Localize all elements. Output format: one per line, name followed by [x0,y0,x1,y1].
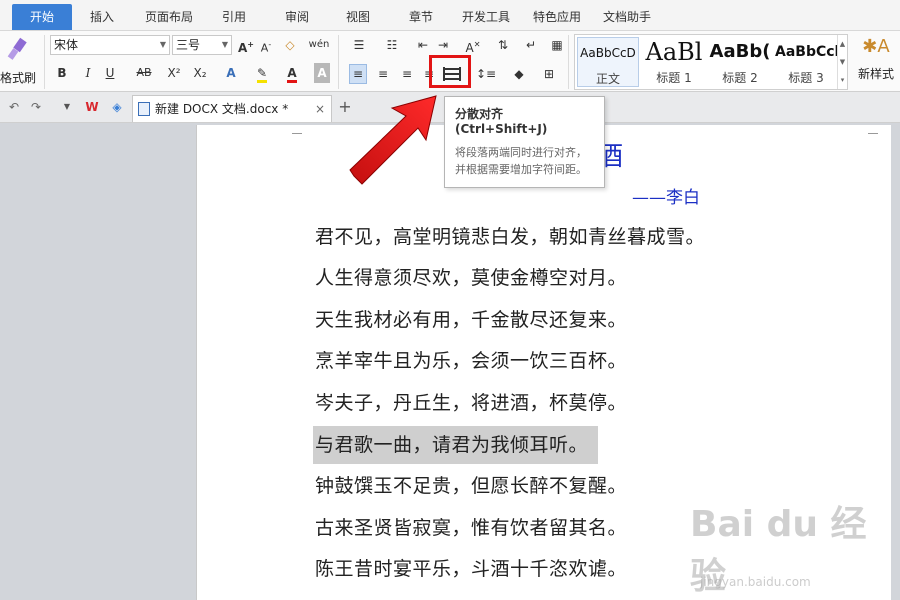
table-grid-icon[interactable]: ▦ [548,35,566,55]
chevron-down-icon: ▼ [221,40,228,49]
tab-references[interactable]: 引用 [222,8,246,25]
tab-home[interactable]: 开始 [12,4,72,30]
tab-insert[interactable]: 插入 [90,8,114,25]
font-name-select[interactable]: 宋体 ▼ [50,35,170,55]
poem-line[interactable]: 君不见，高堂明镜悲白发，朝如青丝暮成雪。 [315,219,705,255]
chinese-layout-icon[interactable]: A✕ [460,35,486,55]
poem-line[interactable]: 古来圣贤皆寂寞，惟有饮者留其名。 [315,510,627,546]
bold-button[interactable]: B [54,63,70,83]
style-name: 标题 3 [788,71,824,85]
styles-scroll[interactable]: ▲ ▼ ▾ [837,35,847,89]
subscript-button[interactable]: X₂ [190,63,210,83]
document-file-icon [138,102,150,116]
wps-logo-icon[interactable]: W [82,97,102,117]
style-sample: AaBbCcl [775,44,837,60]
new-style-icon: ✱A [862,36,890,57]
poem-line[interactable]: 钟鼓馔玉不足贵，但愿长醉不复醒。 [315,468,627,504]
align-right-button[interactable]: ≡ [398,64,416,84]
borders-icon[interactable]: ⊞ [538,64,560,84]
style-heading-1[interactable]: AaBl 标题 1 [643,37,705,87]
style-sample: AaBl [645,38,703,66]
shrink-font-button[interactable]: A- [256,35,276,55]
tab-page-layout[interactable]: 页面布局 [145,8,193,25]
poem-line-selected[interactable]: 与君歌一曲，请君为我倾耳听。 [313,426,599,464]
tab-doc-assistant[interactable]: 文档助手 [603,8,651,25]
highlight-frame [429,55,471,88]
superscript-button[interactable]: X² [164,63,184,83]
style-name: 正文 [595,72,620,86]
font-name-value: 宋体 [54,38,79,52]
style-sample: AaBbCcD [580,46,636,60]
font-color-icon[interactable]: A [282,63,302,83]
phonetic-guide-icon[interactable]: wén [306,35,332,55]
page-corner-mark [292,126,302,134]
tab-developer[interactable]: 开发工具 [462,8,510,25]
format-painter-label: 格式刷 [0,71,37,85]
clear-format-icon[interactable]: ◇ [280,35,300,55]
style-heading-2[interactable]: AaBb( 标题 2 [709,37,771,87]
chevron-down-icon: ▼ [159,40,166,49]
poem-line[interactable]: 天生我材必有用，千金散尽还复来。 [315,302,627,338]
page-corner-mark [868,126,878,134]
styles-gallery: AaBbCcD 正文 AaBl 标题 1 AaBb( 标题 2 AaBbCcl … [574,34,848,90]
style-name: 标题 1 [656,71,692,85]
tooltip-body: 将段落两端同时进行对齐，并根据需要增加字符间距。 [455,146,587,176]
grow-font-button[interactable]: A+ [236,35,256,55]
line-spacing-icon[interactable]: ↕≡ [474,64,498,84]
document-tab-title: 新建 DOCX 文档.docx * [155,102,289,116]
font-size-value: 三号 [176,38,201,52]
style-heading-3[interactable]: AaBbCcl 标题 3 [775,37,837,87]
tab-review[interactable]: 审阅 [285,8,309,25]
close-tab-icon[interactable]: × [315,96,325,122]
tooltip-title: 分散对齐 (Ctrl+Shift+J) [455,107,548,136]
new-style-label: 新样式 [857,67,894,81]
style-sample: AaBb( [709,41,771,62]
highlight-icon[interactable]: ✎ [250,63,274,83]
underline-button[interactable]: U [102,63,118,83]
redo-icon[interactable]: ↷ [28,97,44,117]
tooltip: 分散对齐 (Ctrl+Shift+J) 将段落两端同时进行对齐，并根据需要增加字… [444,96,605,188]
tab-special-apps[interactable]: 特色应用 [533,8,581,25]
brush-icon [7,37,27,60]
cloud-cube-icon[interactable]: ◈ [108,97,126,117]
poem-line[interactable]: 烹羊宰牛且为乐，会须一饮三百杯。 [315,343,627,379]
new-style-button[interactable]: ✱A 新样式 [852,35,900,89]
text-effect-icon[interactable]: A [221,63,241,83]
increase-indent-icon[interactable]: ⇥ [434,35,452,55]
poem-line[interactable]: 人生得意须尽欢，莫使金樽空对月。 [315,260,627,296]
shading-fill-icon[interactable]: ◆ [508,64,530,84]
numbered-list-icon[interactable]: ☷ [380,35,404,55]
format-painter-button[interactable]: 格式刷 [0,33,36,89]
tab-chapter[interactable]: 章节 [409,8,433,25]
bullet-list-icon[interactable]: ☰ [347,35,371,55]
char-shading-icon[interactable]: A [314,63,330,83]
baidu-watermark-url: jingyan.baidu.com [700,575,811,589]
poem-author[interactable]: ——李白 [632,183,700,208]
decrease-indent-icon[interactable]: ⇤ [414,35,432,55]
poem-line[interactable]: 岑夫子，丹丘生，将进酒，杯莫停。 [315,385,627,421]
sort-icon[interactable]: ⇅ [494,35,512,55]
menu-bar: 开始 插入 页面布局 引用 审阅 视图 章节 开发工具 特色应用 文档助手 [0,0,900,30]
italic-button[interactable]: I [80,63,96,83]
undo-icon[interactable]: ↶ [6,97,22,117]
style-normal[interactable]: AaBbCcD 正文 [577,37,639,87]
align-center-button[interactable]: ≡ [374,64,392,84]
red-arrow-icon [349,95,437,185]
align-left-button[interactable]: ≡ [349,64,367,84]
font-size-select[interactable]: 三号 ▼ [172,35,232,55]
document-tab[interactable]: 新建 DOCX 文档.docx * × [132,95,332,122]
poem-line[interactable]: 陈王昔时宴平乐，斗酒十千恣欢谑。 [315,551,627,587]
show-marks-icon[interactable]: ↵ [520,35,542,55]
tab-view[interactable]: 视图 [346,8,370,25]
style-name: 标题 2 [722,71,758,85]
strikethrough-button[interactable]: AB [132,63,156,83]
chevron-down-icon[interactable]: ▼ [60,97,74,117]
